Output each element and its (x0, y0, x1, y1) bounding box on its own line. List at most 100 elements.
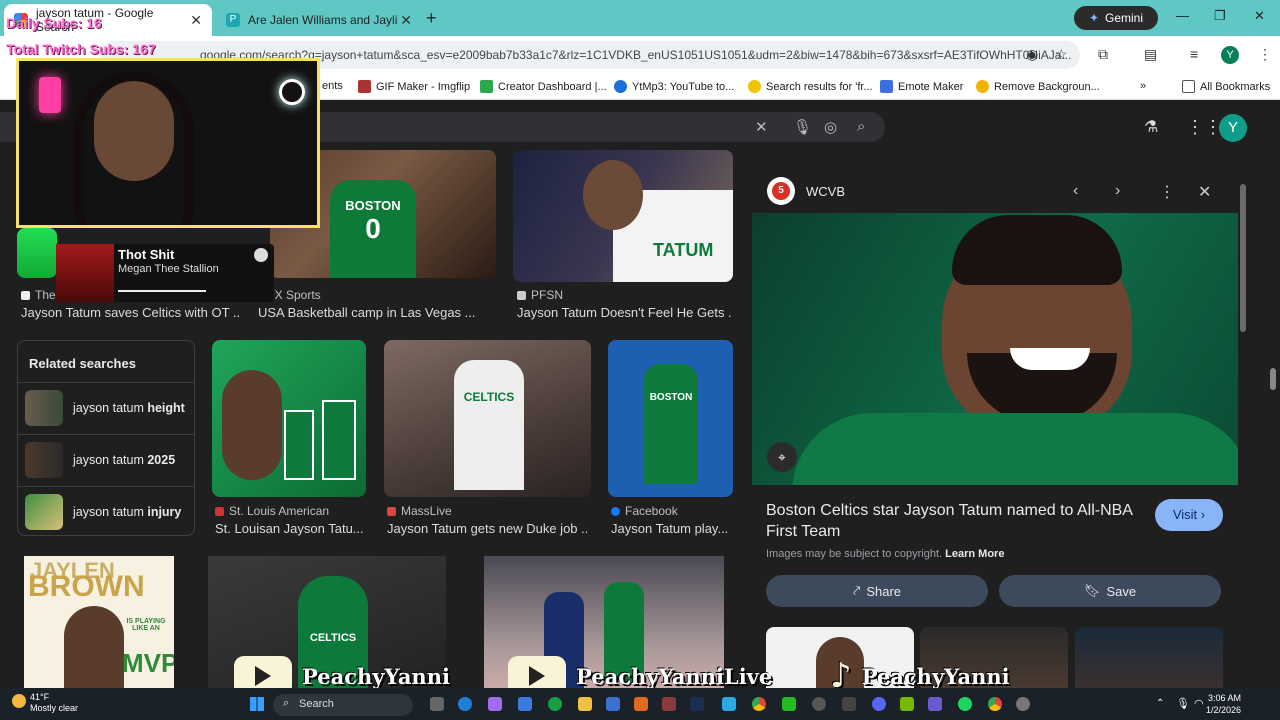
result-image[interactable]: TATUM (513, 150, 733, 282)
gif-icon (880, 80, 893, 93)
window-close-icon[interactable]: ✕ (1254, 8, 1265, 24)
app-icon[interactable] (722, 697, 736, 711)
result-image[interactable]: BOSTON (608, 340, 733, 497)
google-account-avatar[interactable]: Y (1219, 114, 1247, 142)
weather-icon (12, 694, 26, 708)
panel-scrollbar[interactable] (1240, 184, 1246, 332)
tab-jalen-williams[interactable]: P Are Jalen Williams and Jaylin W ✕ (216, 4, 422, 36)
taskbar-search-label: Search (299, 698, 334, 710)
star-icon[interactable]: ☆ (1055, 46, 1068, 63)
result-caption[interactable]: Jayson Tatum play... (611, 521, 731, 536)
extensions-icon[interactable]: ⧉ (1098, 46, 1108, 63)
bookmark-item[interactable]: ents (322, 80, 343, 92)
obs-icon[interactable] (812, 697, 826, 711)
mic-icon[interactable]: 🎙 (1176, 697, 1190, 710)
mail-icon[interactable] (606, 697, 620, 711)
clock-time: 3:06 AM (1208, 693, 1242, 703)
chrome-icon[interactable] (988, 697, 1002, 711)
result-caption[interactable]: Jayson Tatum saves Celtics with OT ... (21, 305, 241, 320)
bookmark-item[interactable]: GIF Maker - Imgflip (358, 80, 470, 93)
nvidia-icon[interactable] (900, 697, 914, 711)
chrome-icon[interactable] (752, 697, 766, 711)
xbox-icon[interactable] (548, 697, 562, 711)
discord-icon[interactable] (872, 697, 886, 711)
taskbar-search[interactable]: Search (273, 694, 413, 716)
result-image[interactable]: JAYLEN BROWN IS PLAYING LIKE AN MVP (24, 556, 174, 688)
close-tab-icon[interactable]: ✕ (400, 12, 412, 29)
page-scrollbar[interactable] (1270, 368, 1276, 390)
labs-icon[interactable]: ⚗ (1144, 117, 1158, 137)
search-icon[interactable]: ⌕ (857, 118, 865, 135)
player-figure (284, 410, 314, 480)
result-image[interactable]: CELTICS (384, 340, 591, 497)
related-item-injury[interactable]: jayson tatum injury (18, 486, 194, 536)
new-tab-icon[interactable]: + (426, 8, 437, 29)
file-explorer-icon[interactable] (578, 697, 592, 711)
bookmark-item[interactable]: Search results for 'fr... (748, 80, 873, 93)
folder-icon (1182, 80, 1195, 93)
lens-icon[interactable]: ◎ (824, 118, 837, 136)
menu-icon[interactable]: ⋮ (1258, 46, 1272, 63)
spotify-icon[interactable] (958, 697, 972, 711)
bookmark-item[interactable]: YtMp3: YouTube to... (614, 80, 734, 93)
profile-avatar[interactable]: Y (1221, 46, 1239, 64)
task-view-icon[interactable] (430, 697, 444, 711)
result-source: Facebook (611, 504, 678, 518)
settings-icon[interactable] (1016, 697, 1030, 711)
reading-list-icon[interactable]: ≡ (1190, 46, 1198, 62)
app-icon[interactable] (634, 697, 648, 711)
preview-image[interactable] (752, 213, 1238, 485)
steam-icon[interactable] (690, 697, 704, 711)
tray-chevron-icon[interactable]: ⌃ (1156, 698, 1164, 709)
edge-icon[interactable] (458, 697, 472, 711)
bookmark-item[interactable]: Creator Dashboard |... (480, 80, 607, 93)
minimize-icon[interactable]: — (1176, 8, 1189, 23)
bookmark-item[interactable]: Remove Backgroun... (976, 80, 1100, 93)
visit-button[interactable]: Visit › (1155, 499, 1223, 531)
wifi-icon[interactable]: ◠ (1194, 697, 1204, 710)
result-image[interactable] (17, 228, 57, 278)
jersey-text: BOSTON (649, 392, 693, 403)
taskbar-clock[interactable]: 3:06 AM 1/2/2026 (1206, 692, 1241, 716)
all-bookmarks[interactable]: All Bookmarks (1182, 80, 1270, 93)
more-options-icon[interactable]: ⋮ (1159, 182, 1175, 202)
chevron-left-icon[interactable]: ‹ (1073, 182, 1078, 200)
restore-icon[interactable]: ❐ (1214, 8, 1226, 24)
site-icon (215, 506, 224, 516)
close-tab-icon[interactable]: ✕ (190, 12, 202, 29)
learn-more-link[interactable]: Learn More (945, 548, 1004, 560)
search-icon: ⌕ (283, 697, 290, 709)
chevron-right-icon[interactable]: › (1115, 182, 1120, 200)
copilot-icon[interactable] (488, 697, 502, 711)
share-button[interactable]: ⤤ Share (766, 575, 988, 607)
result-caption[interactable]: Jayson Tatum gets new Duke job ... (387, 521, 587, 536)
app-icon[interactable] (662, 697, 676, 711)
windows-start-icon[interactable] (250, 697, 264, 711)
mic-icon[interactable]: 🎙 (793, 118, 812, 136)
store-icon[interactable] (518, 697, 532, 711)
webcam-overlay (16, 58, 320, 228)
gemini-button[interactable]: ✦ Gemini (1074, 6, 1158, 30)
side-panel-icon[interactable]: ▤ (1144, 46, 1157, 63)
panel-site-name[interactable]: WCVB (806, 184, 845, 199)
result-caption[interactable]: USA Basketball camp in Las Vegas ... (258, 305, 488, 320)
save-button[interactable]: 🔖︎ Save (999, 575, 1221, 607)
related-item-height[interactable]: jayson tatum height (18, 382, 194, 432)
preview-title[interactable]: Boston Celtics star Jayson Tatum named t… (766, 500, 1136, 542)
result-caption[interactable]: Jayson Tatum Doesn't Feel He Gets ... (517, 305, 732, 320)
app-icon[interactable] (928, 697, 942, 711)
app-icon[interactable] (782, 697, 796, 711)
tab-label: Are Jalen Williams and Jaylin W (248, 13, 398, 27)
result-caption[interactable]: St. Louisan Jayson Tatu... (215, 521, 365, 536)
close-panel-icon[interactable]: ✕ (1198, 182, 1211, 202)
app-icon[interactable] (842, 697, 856, 711)
apps-grid-icon[interactable]: ⋮⋮ (1186, 117, 1222, 138)
related-item-2025[interactable]: jayson tatum 2025 (18, 434, 194, 484)
bookmark-item[interactable]: Emote Maker (880, 80, 963, 93)
lens-search-icon[interactable]: ⌖ (767, 442, 797, 472)
related-image[interactable] (1075, 627, 1223, 688)
result-image[interactable] (212, 340, 366, 497)
eye-off-icon[interactable]: ◉ (1026, 46, 1038, 63)
clear-search-icon[interactable]: ✕ (755, 118, 768, 136)
more-bookmarks-icon[interactable]: » (1140, 80, 1146, 92)
